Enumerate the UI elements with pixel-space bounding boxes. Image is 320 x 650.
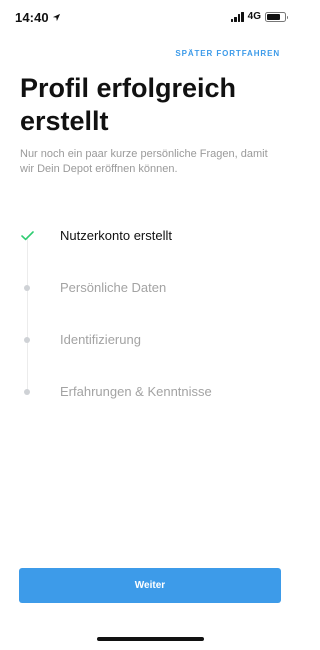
dot-icon xyxy=(19,280,35,296)
onboarding-steps: Nutzerkonto erstellt Persönliche Daten I… xyxy=(0,210,300,410)
status-time: 14:40 xyxy=(15,10,61,25)
location-arrow-icon xyxy=(52,13,60,22)
checkmark-icon xyxy=(19,228,35,244)
skip-later-link[interactable]: SPÄTER FORTFAHREN xyxy=(175,49,280,58)
continue-button[interactable]: Weiter xyxy=(19,568,281,603)
battery-level xyxy=(267,13,280,20)
step-label: Nutzerkonto erstellt xyxy=(60,228,172,243)
step-label: Identifizierung xyxy=(60,332,141,347)
step-label: Persönliche Daten xyxy=(60,280,167,295)
step-personal-data: Persönliche Daten xyxy=(0,276,300,300)
status-time-text: 14:40 xyxy=(15,10,49,25)
status-indicators: 4G xyxy=(230,11,288,22)
dot-icon xyxy=(19,384,35,400)
home-indicator[interactable] xyxy=(97,637,204,641)
steps-connector-line xyxy=(27,236,28,392)
page-title: Profil erfolgreich erstellt xyxy=(20,73,237,136)
battery-icon xyxy=(265,11,288,22)
step-label: Erfahrungen & Kenntnisse xyxy=(60,384,212,399)
step-identification: Identifizierung xyxy=(0,328,300,352)
signal-icon xyxy=(230,11,244,22)
dot-icon xyxy=(19,332,35,348)
app-screen: 14:40 4G SPÄTER FORTFAHREN Profil erfolg… xyxy=(0,0,300,650)
page-subtitle: Nur noch ein paar kurze persönliche Frag… xyxy=(20,148,268,175)
status-bar: 14:40 4G xyxy=(0,0,300,36)
step-account-created: Nutzerkonto erstellt xyxy=(0,224,300,248)
network-type: 4G xyxy=(247,11,261,22)
step-experience-knowledge: Erfahrungen & Kenntnisse xyxy=(0,380,300,404)
